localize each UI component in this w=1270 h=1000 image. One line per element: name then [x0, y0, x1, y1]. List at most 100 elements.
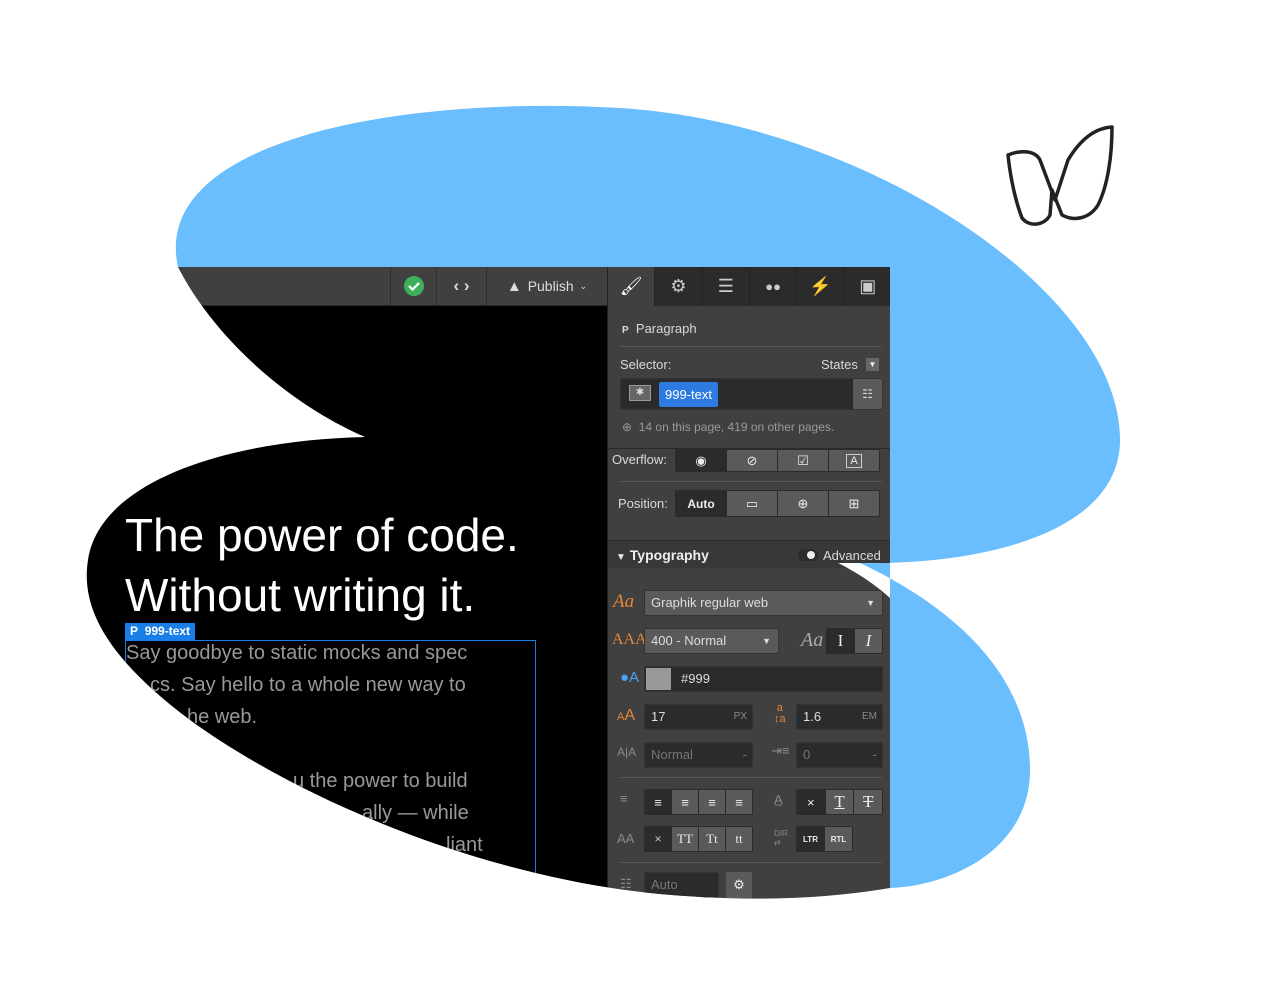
text-align-icon: ≡	[620, 791, 628, 806]
align-left-button[interactable]: ≡	[645, 790, 671, 814]
device-icon: ✱	[629, 385, 651, 401]
element-type: P Paragraph	[622, 321, 697, 336]
drops-icon: ●●	[765, 279, 781, 294]
case-lower-button[interactable]: tt	[725, 827, 752, 851]
eye-icon: ◉	[695, 452, 707, 468]
auto-icon: A	[846, 454, 861, 468]
font-size-input[interactable]: 17 PX	[644, 704, 753, 730]
heading-line: Without writing it.	[125, 569, 476, 621]
tab-assets[interactable]: ▣	[844, 267, 891, 306]
overflow-buttons: ◉ ⊘ ☑ A	[675, 449, 880, 472]
tab-lightning[interactable]: ⚡	[796, 267, 843, 306]
line-height-input[interactable]: 1.6 EM	[796, 704, 883, 730]
scroll-icon: ☑	[797, 452, 809, 468]
illustration: ‹ › ▲ Publish ⌄ The power of code. Witho…	[0, 0, 1270, 1000]
hero-heading[interactable]: The power of code. Without writing it.	[125, 505, 519, 625]
class-chip[interactable]: 999-text	[659, 382, 718, 407]
absolute-icon: ⊕	[797, 495, 809, 511]
font-weight-select[interactable]: 400 - Normal ▼	[644, 628, 779, 654]
case-capitalize-button[interactable]: Tt	[698, 827, 725, 851]
text-case-buttons: × TT Tt tt	[644, 826, 753, 852]
navigator-icon: ☰	[717, 276, 734, 296]
align-right-button[interactable]: ≡	[698, 790, 725, 814]
selector-usage: ⊕ 14 on this page, 419 on other pages.	[622, 420, 835, 434]
selector-menu-icon[interactable]: ☷	[853, 379, 882, 409]
text-case-label: AA	[617, 831, 635, 846]
letter-spacing-input[interactable]: Normal -	[644, 742, 753, 768]
decoration-none-button[interactable]: ×	[797, 790, 825, 814]
overflow-label: Overflow:	[612, 452, 667, 467]
text-indent-input[interactable]: 0-	[796, 742, 883, 768]
selector-input[interactable]: ✱ 999-text ☷	[620, 378, 883, 410]
selector-label: Selector:	[620, 357, 672, 372]
style-italic-button[interactable]: I	[854, 629, 882, 653]
overflow-auto-button[interactable]: A	[828, 450, 879, 471]
position-label: Position:	[618, 496, 668, 511]
gear-icon: ⚙	[670, 276, 687, 296]
case-none-button[interactable]: ×	[645, 827, 671, 851]
decoration-strike-button[interactable]: T	[853, 790, 882, 814]
color-swatch[interactable]	[646, 668, 671, 690]
gear-icon: ⚙	[733, 877, 745, 892]
font-style-label: Aa	[801, 629, 824, 651]
caret-down-icon: ▼	[616, 552, 626, 563]
tab-settings[interactable]: ⚙	[654, 267, 701, 306]
tab-interactions[interactable]: ●●	[749, 267, 796, 306]
chevron-down-icon: ⌄	[579, 280, 588, 291]
paragraph-line: u the power to build	[293, 770, 468, 792]
overflow-hidden-button[interactable]: ⊘	[726, 450, 777, 471]
assets-icon: ▣	[859, 276, 877, 296]
text-decoration-buttons: × T T	[796, 789, 883, 815]
fixed-icon: ⊞	[848, 495, 860, 511]
publish-button[interactable]: ▲ Publish ⌄	[486, 267, 607, 305]
text-decoration-icon: A̲	[774, 792, 783, 807]
text-indent-icon: ⇥≡	[771, 743, 790, 758]
columns-settings-button[interactable]: ⚙	[726, 872, 752, 898]
check-circle-icon	[403, 275, 425, 297]
advanced-label: Advanced	[823, 548, 881, 563]
tab-navigator[interactable]: ☰	[702, 267, 749, 306]
code-icon: ‹ ›	[453, 276, 470, 295]
font-family-select[interactable]: Graphik regular web ▼	[644, 590, 883, 616]
states-label[interactable]: States	[821, 357, 858, 372]
font-weight-icon: AAA	[612, 631, 647, 648]
letter-spacing-icon: A|A	[617, 745, 637, 759]
relative-icon: ▭	[745, 495, 759, 511]
paragraph-line: cs. Say hello to a whole new way to	[150, 674, 466, 696]
style-normal-button[interactable]: I	[827, 629, 854, 653]
direction-rtl-button[interactable]: RTL	[824, 827, 852, 851]
advanced-toggle[interactable]	[798, 549, 818, 561]
paragraph-line: Say goodbye to static mocks and spec	[126, 642, 468, 664]
direction-ltr-button[interactable]: LTR	[797, 827, 824, 851]
color-input[interactable]: #999	[644, 666, 883, 692]
overflow-visible-button[interactable]: ◉	[676, 450, 726, 471]
paragraph-line: ally — while	[362, 802, 469, 824]
rocket-icon: ▲	[506, 277, 522, 295]
position-fixed-button[interactable]: ⊞	[828, 491, 879, 516]
states-dropdown-icon[interactable]: ▼	[866, 358, 879, 371]
status-button[interactable]	[390, 267, 436, 305]
code-button[interactable]: ‹ ›	[436, 267, 486, 305]
position-auto-button[interactable]: Auto	[676, 491, 726, 516]
selected-element-label: P 999-text	[125, 623, 195, 640]
position-absolute-button[interactable]: ⊕	[777, 491, 828, 516]
font-family-icon: Aa	[613, 591, 635, 612]
position-relative-button[interactable]: ▭	[726, 491, 777, 516]
align-justify-button[interactable]: ≡	[725, 790, 752, 814]
style-panel: 🖌 ⚙ ☰ ●● ⚡ ▣ P Paragraph Selector: State…	[607, 267, 890, 907]
overflow-scroll-button[interactable]: ☑	[777, 450, 828, 471]
case-upper-button[interactable]: TT	[671, 827, 698, 851]
line-height-icon: a ↕a	[774, 702, 786, 725]
font-size-icon: AA	[617, 707, 636, 724]
publish-label: Publish	[527, 278, 574, 294]
align-center-button[interactable]: ≡	[671, 790, 698, 814]
tab-style[interactable]: 🖌	[608, 267, 654, 306]
decoration-underline-button[interactable]: T	[825, 790, 854, 814]
panel-tabs: 🖌 ⚙ ☰ ●● ⚡ ▣	[608, 267, 891, 306]
color-drop-icon: ●A	[620, 669, 640, 686]
webflow-logo-icon	[1006, 125, 1114, 226]
direction-icon: DIR ⇄	[774, 829, 788, 847]
eye-slash-icon: ⊘	[746, 452, 758, 468]
heading-line: The power of code.	[125, 509, 519, 561]
text-align-buttons: ≡ ≡ ≡ ≡	[644, 789, 753, 815]
